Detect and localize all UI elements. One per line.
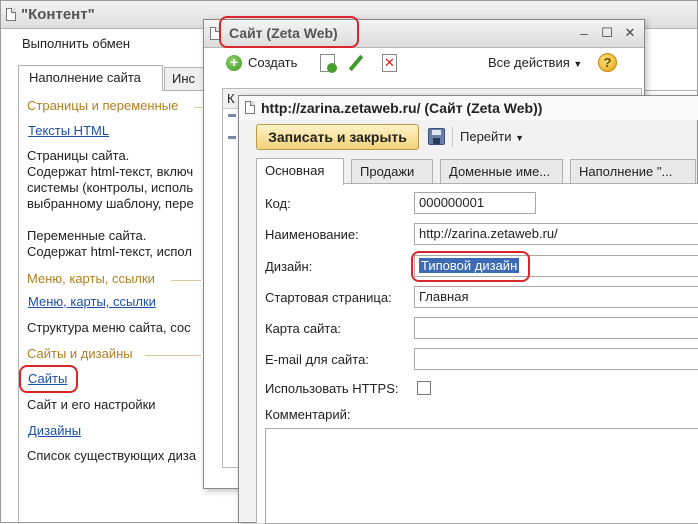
group-heading-sites: Сайты и дизайны	[27, 346, 133, 361]
document-icon	[245, 101, 255, 114]
row-icon	[228, 136, 236, 139]
copy-icon[interactable]	[320, 54, 337, 73]
tab-site-content[interactable]: Наполнение сайта	[18, 65, 163, 91]
save-and-close-button[interactable]: Записать и закрыть	[256, 124, 419, 150]
goto-label: Перейти	[460, 129, 512, 144]
content-window-title: "Контент"	[21, 6, 95, 23]
site-form-title: http://zarina.zetaweb.ru/ (Сайт (Zeta We…	[261, 100, 543, 116]
code-field[interactable]: 000000001	[414, 192, 536, 214]
tab-domain-names[interactable]: Доменные име...	[440, 159, 563, 184]
name-label: Наименование:	[265, 227, 359, 242]
dropdown-arrow-icon: ▼	[515, 133, 525, 143]
goto-menu[interactable]: Перейти ▼	[460, 129, 524, 144]
group-heading-menus: Меню, карты, ссылки	[27, 271, 155, 286]
name-field[interactable]: http://zarina.zetaweb.ru/	[414, 223, 698, 245]
save-icon[interactable]	[428, 128, 445, 145]
sites-description: Сайт и его настройки	[27, 397, 156, 412]
toolbar-separator	[452, 127, 453, 147]
menus-description: Структура меню сайта, сос	[27, 320, 191, 335]
delete-icon[interactable]: ✕	[382, 54, 397, 72]
variables-description-line: Переменные сайта.	[27, 228, 147, 243]
https-checkbox[interactable]	[417, 381, 431, 395]
highlight-circle	[411, 251, 530, 282]
comment-label: Комментарий:	[265, 407, 351, 422]
row-icon	[228, 114, 236, 117]
pages-description-line: Содержат html-текст, включ	[27, 164, 194, 179]
site-list-toolbar: + Создать ✕ Все действия ▼ ?	[204, 49, 644, 81]
site-form-window: http://zarina.zetaweb.ru/ (Сайт (Zeta We…	[238, 95, 698, 524]
pages-description-line: выбранному шаблону, пере	[27, 196, 194, 211]
code-label: Код:	[265, 196, 291, 211]
create-button[interactable]: Создать	[248, 55, 297, 70]
help-icon[interactable]: ?	[598, 53, 617, 72]
group-divider	[145, 355, 201, 356]
all-actions-label: Все действия	[488, 55, 570, 70]
highlight-circle	[19, 365, 78, 393]
close-icon[interactable]: ✕	[623, 26, 637, 40]
comment-field[interactable]	[265, 428, 698, 524]
start-page-field[interactable]: Главная	[414, 286, 698, 308]
email-field[interactable]	[414, 348, 698, 370]
tab-main[interactable]: Основная	[256, 158, 344, 185]
link-designs[interactable]: Дизайны	[28, 423, 81, 438]
all-actions-menu[interactable]: Все действия ▼	[488, 55, 582, 70]
group-heading-pages: Страницы и переменные	[27, 98, 179, 113]
email-label: E-mail для сайта:	[265, 352, 369, 367]
pages-description-line: Страницы сайта.	[27, 148, 130, 163]
design-label: Дизайн:	[265, 259, 313, 274]
link-html-texts[interactable]: Тексты HTML	[28, 123, 109, 138]
start-page-label: Стартовая страница:	[265, 290, 392, 305]
pages-description-line: системы (контролы, исполь	[27, 180, 194, 195]
tab-sales[interactable]: Продажи	[351, 159, 433, 184]
sitemap-label: Карта сайта:	[265, 321, 342, 336]
variables-description-line: Содержат html-текст, испол	[27, 244, 192, 259]
plus-icon[interactable]: +	[226, 55, 242, 71]
designs-description: Список существующих диза	[27, 448, 197, 463]
highlight-circle	[219, 16, 359, 48]
group-divider	[171, 280, 201, 281]
minimize-icon[interactable]: –	[577, 27, 591, 41]
tab-content[interactable]: Наполнение "...	[570, 159, 696, 184]
site-form-titlebar[interactable]: http://zarina.zetaweb.ru/ (Сайт (Zeta We…	[239, 96, 698, 120]
link-menus[interactable]: Меню, карты, ссылки	[28, 294, 156, 309]
copy-badge	[327, 63, 337, 73]
run-exchange-command[interactable]: Выполнить обмен	[22, 36, 130, 51]
document-icon	[6, 8, 16, 21]
dropdown-arrow-icon: ▼	[573, 59, 583, 69]
edit-pencil-icon[interactable]	[348, 54, 364, 72]
maximize-icon[interactable]: ☐	[600, 26, 614, 40]
sitemap-field[interactable]	[414, 317, 698, 339]
https-label: Использовать HTTPS:	[265, 381, 399, 396]
column-header[interactable]: К	[227, 91, 235, 106]
